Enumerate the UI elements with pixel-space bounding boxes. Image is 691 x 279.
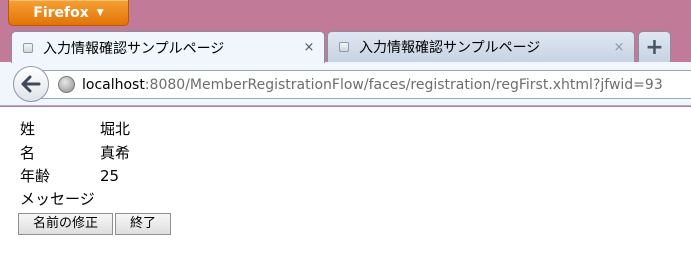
exit-button[interactable]: 終了 xyxy=(115,213,171,235)
url-path: :8080/MemberRegistrationFlow/faces/regis… xyxy=(144,76,663,93)
firefox-menu-button[interactable]: Firefox ▼ xyxy=(8,0,129,26)
age-label: 年齢 xyxy=(20,167,51,185)
url-text: localhost:8080/MemberRegistrationFlow/fa… xyxy=(82,77,663,93)
new-tab-button[interactable]: + xyxy=(638,31,671,62)
tab-inactive[interactable]: 入力情報確認サンプルページ × xyxy=(327,31,635,62)
plus-icon: + xyxy=(645,34,664,60)
dropdown-arrow-icon: ▼ xyxy=(96,7,104,18)
message-label: メッセージ xyxy=(20,190,95,208)
page-icon xyxy=(23,42,33,53)
back-button[interactable] xyxy=(13,66,49,102)
age-value: 25 xyxy=(100,167,120,185)
address-bar[interactable]: localhost:8080/MemberRegistrationFlow/fa… xyxy=(30,70,691,99)
page-icon xyxy=(339,42,349,52)
first-name-label: 名 xyxy=(20,144,36,162)
first-name-value: 真希 xyxy=(100,144,131,162)
page-content: 姓 堀北 名 真希 年齢 25 メッセージ 名前の修正 終了 xyxy=(0,107,691,279)
firefox-menu-label: Firefox xyxy=(33,4,89,21)
back-arrow-icon xyxy=(21,75,41,93)
tab-title: 入力情報確認サンプルページ xyxy=(359,40,541,56)
close-tab-icon[interactable]: × xyxy=(610,40,628,55)
edit-name-button[interactable]: 名前の修正 xyxy=(18,213,113,235)
last-name-label: 姓 xyxy=(20,120,36,138)
close-tab-icon[interactable]: × xyxy=(300,40,318,55)
tab-title: 入力情報確認サンプルページ xyxy=(43,40,225,57)
globe-icon xyxy=(58,76,75,93)
navigation-toolbar: localhost:8080/MemberRegistrationFlow/fa… xyxy=(0,62,691,106)
url-host: localhost xyxy=(82,76,145,93)
tab-active[interactable]: 入力情報確認サンプルページ × xyxy=(11,31,325,63)
last-name-value: 堀北 xyxy=(100,120,131,138)
